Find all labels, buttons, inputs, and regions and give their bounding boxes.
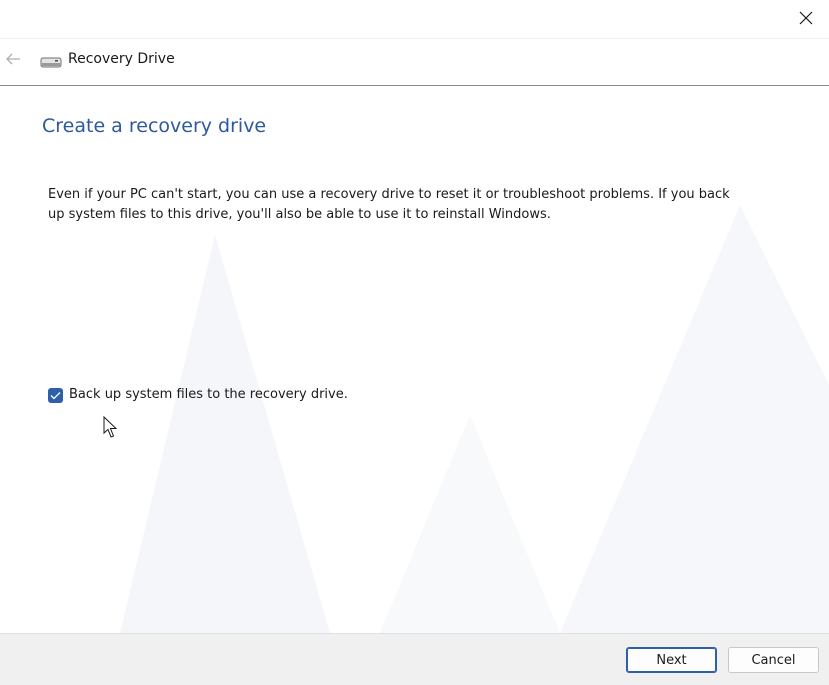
- navigation-bar: Recovery Drive: [0, 38, 829, 86]
- drive-icon: [40, 57, 62, 68]
- back-button[interactable]: [2, 47, 24, 71]
- background-art: [120, 205, 829, 633]
- close-icon: [799, 11, 813, 25]
- mouse-pointer-icon: [103, 416, 118, 438]
- cancel-button[interactable]: Cancel: [728, 647, 819, 673]
- backup-checkbox[interactable]: [48, 387, 63, 403]
- backup-checkbox-label: Back up system files to the recovery dri…: [69, 387, 348, 402]
- description-text: Even if your PC can't start, you can use…: [48, 187, 730, 222]
- window-title: Recovery Drive: [68, 51, 175, 67]
- title-bar: [0, 0, 829, 38]
- next-button[interactable]: Next: [626, 647, 717, 673]
- close-button[interactable]: [783, 0, 829, 36]
- recovery-drive-window: Recovery Drive Create a recovery drive E…: [0, 0, 829, 685]
- backup-system-files-option[interactable]: Back up system files to the recovery dri…: [48, 386, 348, 404]
- page-heading: Create a recovery drive: [42, 115, 267, 137]
- back-arrow-icon: [6, 53, 20, 65]
- checkmark-icon: [50, 391, 61, 399]
- footer-bar: Next Cancel: [0, 633, 829, 685]
